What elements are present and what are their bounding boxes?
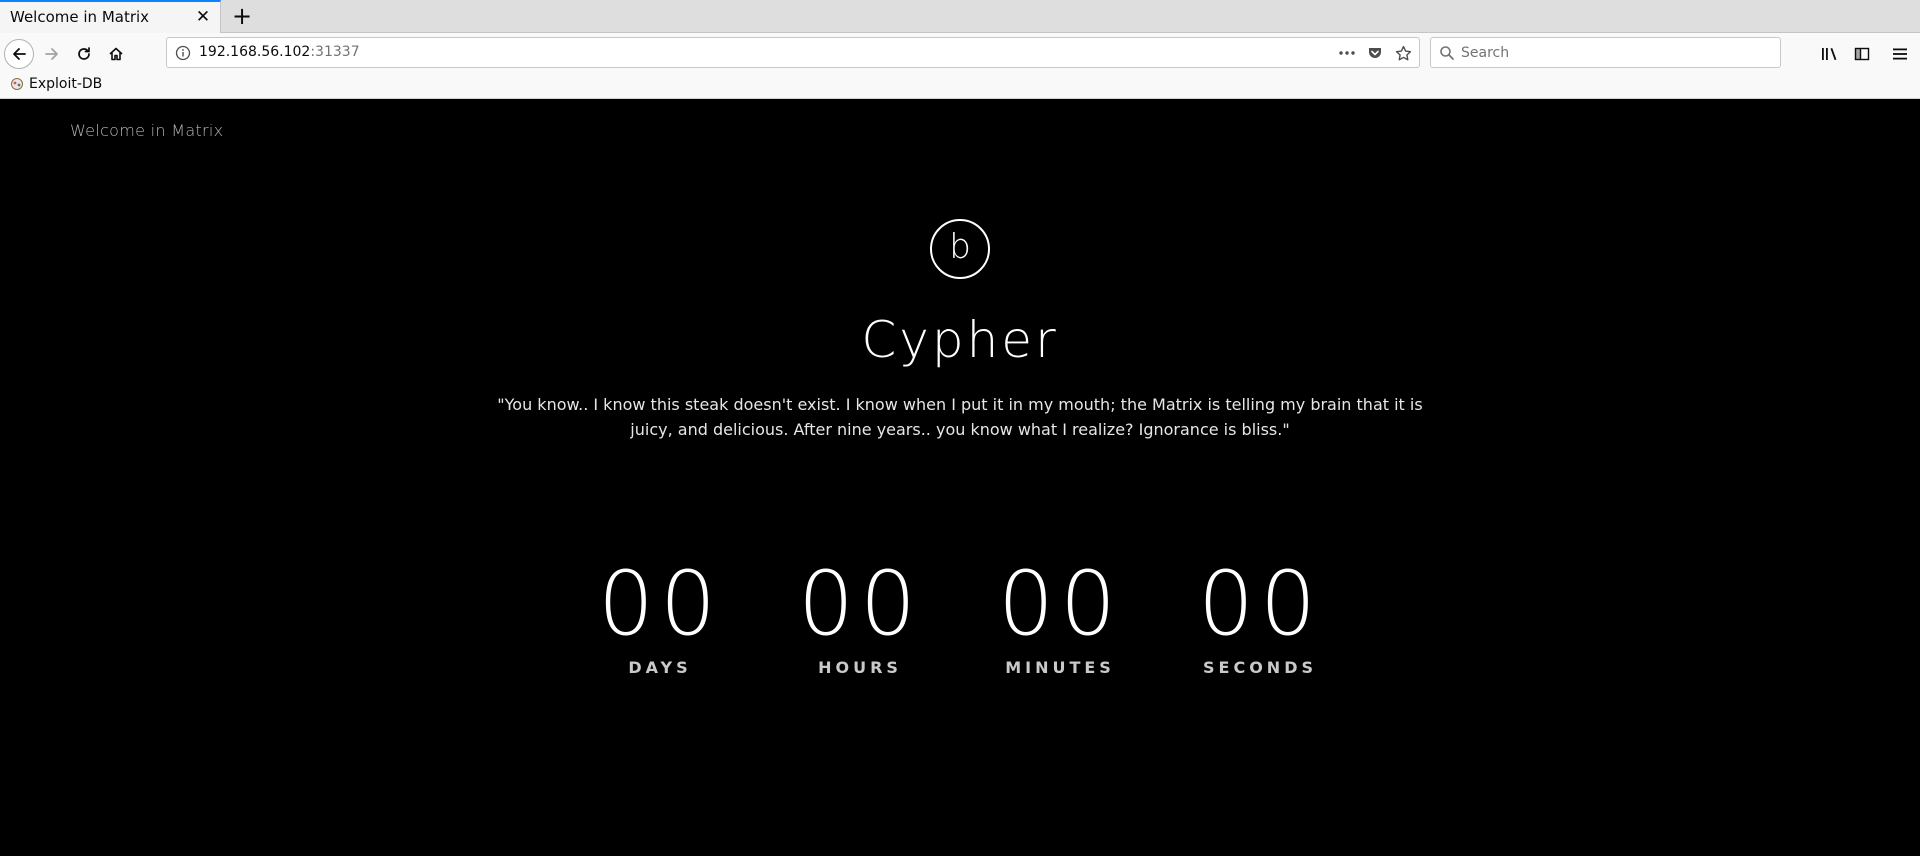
url-port: :31337 (310, 44, 360, 60)
countdown-hours: 00 HOURS (780, 552, 940, 678)
bookmarks-toolbar: Exploit-DB (0, 73, 1920, 99)
page-title: Cypher (861, 311, 1059, 369)
library-button[interactable] (1816, 40, 1844, 68)
url-host: 192.168.56.102 (199, 44, 311, 60)
navigation-toolbar: 192.168.56.102:31337 (0, 33, 1920, 73)
exploit-db-favicon-icon (11, 78, 23, 90)
countdown-value: 00 (998, 552, 1122, 655)
tab-bar: Welcome in Matrix ✕ + (0, 0, 1920, 33)
site-brand[interactable]: Welcome in Matrix (70, 121, 223, 140)
library-icon (1822, 48, 1837, 61)
sidebar-icon (1854, 47, 1870, 61)
arrow-right-icon (45, 48, 58, 60)
home-button[interactable] (102, 40, 130, 68)
logo-badge: b (930, 219, 990, 279)
pocket-icon[interactable] (1365, 43, 1385, 63)
home-icon (109, 47, 123, 61)
countdown-label: HOURS (818, 658, 902, 677)
countdown-seconds: 00 SECONDS (1180, 552, 1340, 678)
forward-button[interactable] (38, 40, 66, 68)
countdown-days: 00 DAYS (580, 552, 740, 678)
arrow-left-icon (13, 48, 26, 60)
page-actions-icon[interactable] (1337, 43, 1357, 63)
web-page: Welcome in Matrix b Cypher "You know.. I… (0, 99, 1920, 856)
quote-text: "You know.. I know this steak doesn't ex… (497, 395, 1423, 439)
back-button[interactable] (4, 39, 34, 69)
countdown-minutes: 00 MINUTES (980, 552, 1140, 678)
hamburger-menu-icon (1893, 48, 1907, 60)
bookmark-label: Exploit-DB (29, 76, 103, 92)
countdown-value: 00 (798, 552, 922, 655)
countdown-label: SECONDS (1203, 658, 1317, 677)
countdown-label: MINUTES (1005, 658, 1115, 677)
menu-button[interactable] (1886, 40, 1914, 68)
bookmark-star-icon[interactable] (1393, 43, 1413, 63)
url-bar[interactable]: 192.168.56.102:31337 (166, 37, 1420, 68)
new-tab-button[interactable]: + (228, 2, 256, 30)
reload-icon (78, 47, 90, 60)
sidebar-button[interactable] (1848, 40, 1876, 68)
url-text[interactable]: 192.168.56.102:31337 (199, 44, 360, 60)
search-icon (1439, 45, 1455, 65)
tab-active[interactable]: Welcome in Matrix ✕ (0, 0, 221, 33)
search-input[interactable] (1461, 42, 1771, 63)
reload-button[interactable] (70, 40, 98, 68)
tab-title: Welcome in Matrix (10, 8, 150, 26)
countdown-label: DAYS (628, 658, 692, 677)
info-icon[interactable] (175, 45, 191, 65)
countdown-value: 00 (598, 552, 722, 655)
close-tab-icon[interactable]: ✕ (194, 8, 212, 26)
countdown-value: 00 (1198, 552, 1322, 655)
search-bar[interactable] (1430, 37, 1781, 68)
bookmark-exploit-db[interactable]: Exploit-DB (10, 76, 102, 92)
